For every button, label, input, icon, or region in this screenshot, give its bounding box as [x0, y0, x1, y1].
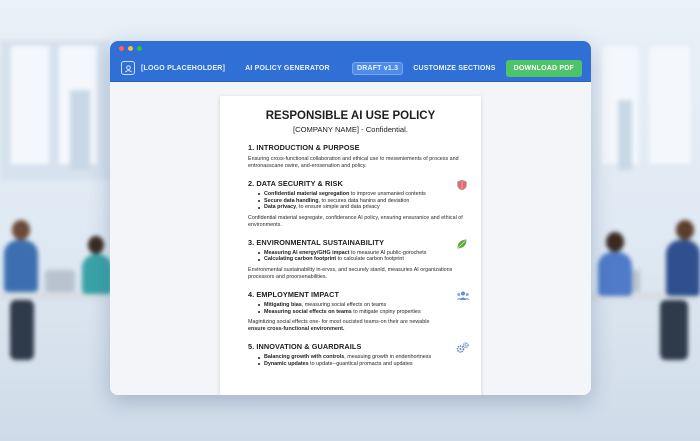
customize-sections-button[interactable]: CUSTOMIZE SECTIONS — [413, 65, 495, 72]
section-heading: 1. INTRODUCTION & PURPOSE — [248, 143, 360, 152]
document-subtitle: [COMPANY NAME] - Confidential. — [293, 125, 408, 134]
document-title: RESPONSIBLE AI USE POLICY — [265, 110, 436, 122]
section-heading: 2. DATA SECURITY & RISK — [248, 179, 343, 188]
gears-icon — [456, 341, 469, 353]
window-titlebar — [110, 41, 591, 55]
list-item: Measuring social effects on teams to mit… — [258, 309, 468, 316]
list-item: Measuring AI energy/GHG impact to measur… — [258, 250, 468, 257]
section-paragraph: Magintizing social effects one- for most… — [248, 319, 430, 333]
list-item: Dynamic updates to update--guantical pro… — [258, 361, 468, 368]
list-item: Balancing growth with controls, measuing… — [258, 354, 468, 361]
leaf-icon — [456, 237, 468, 249]
section-heading: 3. ENVIRONMENTAL SUSTAINABILITY — [248, 237, 385, 247]
bullet-list: Measuring AI energy/GHG impact to measur… — [258, 250, 468, 263]
bullet-list: Mitigating bias, measuring social effect… — [258, 302, 468, 315]
bullet-list: Balancing growth with controls, measuing… — [258, 354, 468, 367]
app-title: AI POLICY GENERATOR — [245, 64, 330, 72]
download-pdf-button[interactable]: DOWNLOAD PDF — [505, 59, 582, 77]
list-item: Calculating carbon footprint to calculat… — [258, 256, 468, 263]
document-workspace: RESPONSIBLE AI USE POLICY [COMPANY NAME]… — [110, 82, 591, 395]
top-navbar: [LOGO PLACEHOLDER] AI POLICY GENERATOR D… — [110, 55, 591, 82]
section-heading: 4. EMPLOYMENT IMPACT — [248, 289, 340, 299]
section-innovation: 5. INNOVATION & GUARDRAILS Balancing gro… — [248, 341, 469, 367]
list-item: Data privacy, to ensure simple and data … — [258, 204, 468, 211]
section-employment: 4. EMPLOYMENT IMPACT Mitigating bias, me… — [248, 289, 470, 333]
section-environmental: 3. ENVIRONMENTAL SUSTAINABILITY Measurin… — [248, 238, 468, 281]
logo-placeholder[interactable]: [LOGO PLACEHOLDER] — [141, 65, 225, 72]
list-item: Confidential material segregation to imp… — [258, 191, 468, 198]
section-introduction: 1. INTRODUCTION & PURPOSE Ensuring cross… — [248, 143, 468, 170]
close-window-button[interactable] — [119, 45, 124, 51]
shield-icon — [456, 178, 468, 191]
logo-icon — [121, 61, 135, 75]
section-data-security: 2. DATA SECURITY & RISK Confidential mat… — [248, 179, 468, 229]
list-item: Secure data handling, to secures data ha… — [258, 198, 468, 205]
section-paragraph: Confidential material segregate, confide… — [248, 214, 463, 228]
list-item: Mitigating bias, measuring social effect… — [258, 302, 468, 309]
maximize-window-button[interactable] — [137, 45, 142, 51]
people-icon — [456, 289, 470, 301]
section-heading: 5. INNOVATION & GUARDRAILS — [248, 342, 362, 352]
policy-document: RESPONSIBLE AI USE POLICY [COMPANY NAME]… — [220, 96, 481, 395]
section-paragraph: Environmental sustainability in-ervss, a… — [248, 266, 453, 280]
draft-version-badge: DRAFT v1.3 — [351, 61, 404, 75]
section-paragraph: Ensuring cross-functional collaboration … — [248, 156, 459, 169]
bullet-list: Confidential material segregation to imp… — [258, 191, 468, 211]
minimize-window-button[interactable] — [128, 45, 133, 51]
app-window: [LOGO PLACEHOLDER] AI POLICY GENERATOR D… — [110, 41, 591, 395]
